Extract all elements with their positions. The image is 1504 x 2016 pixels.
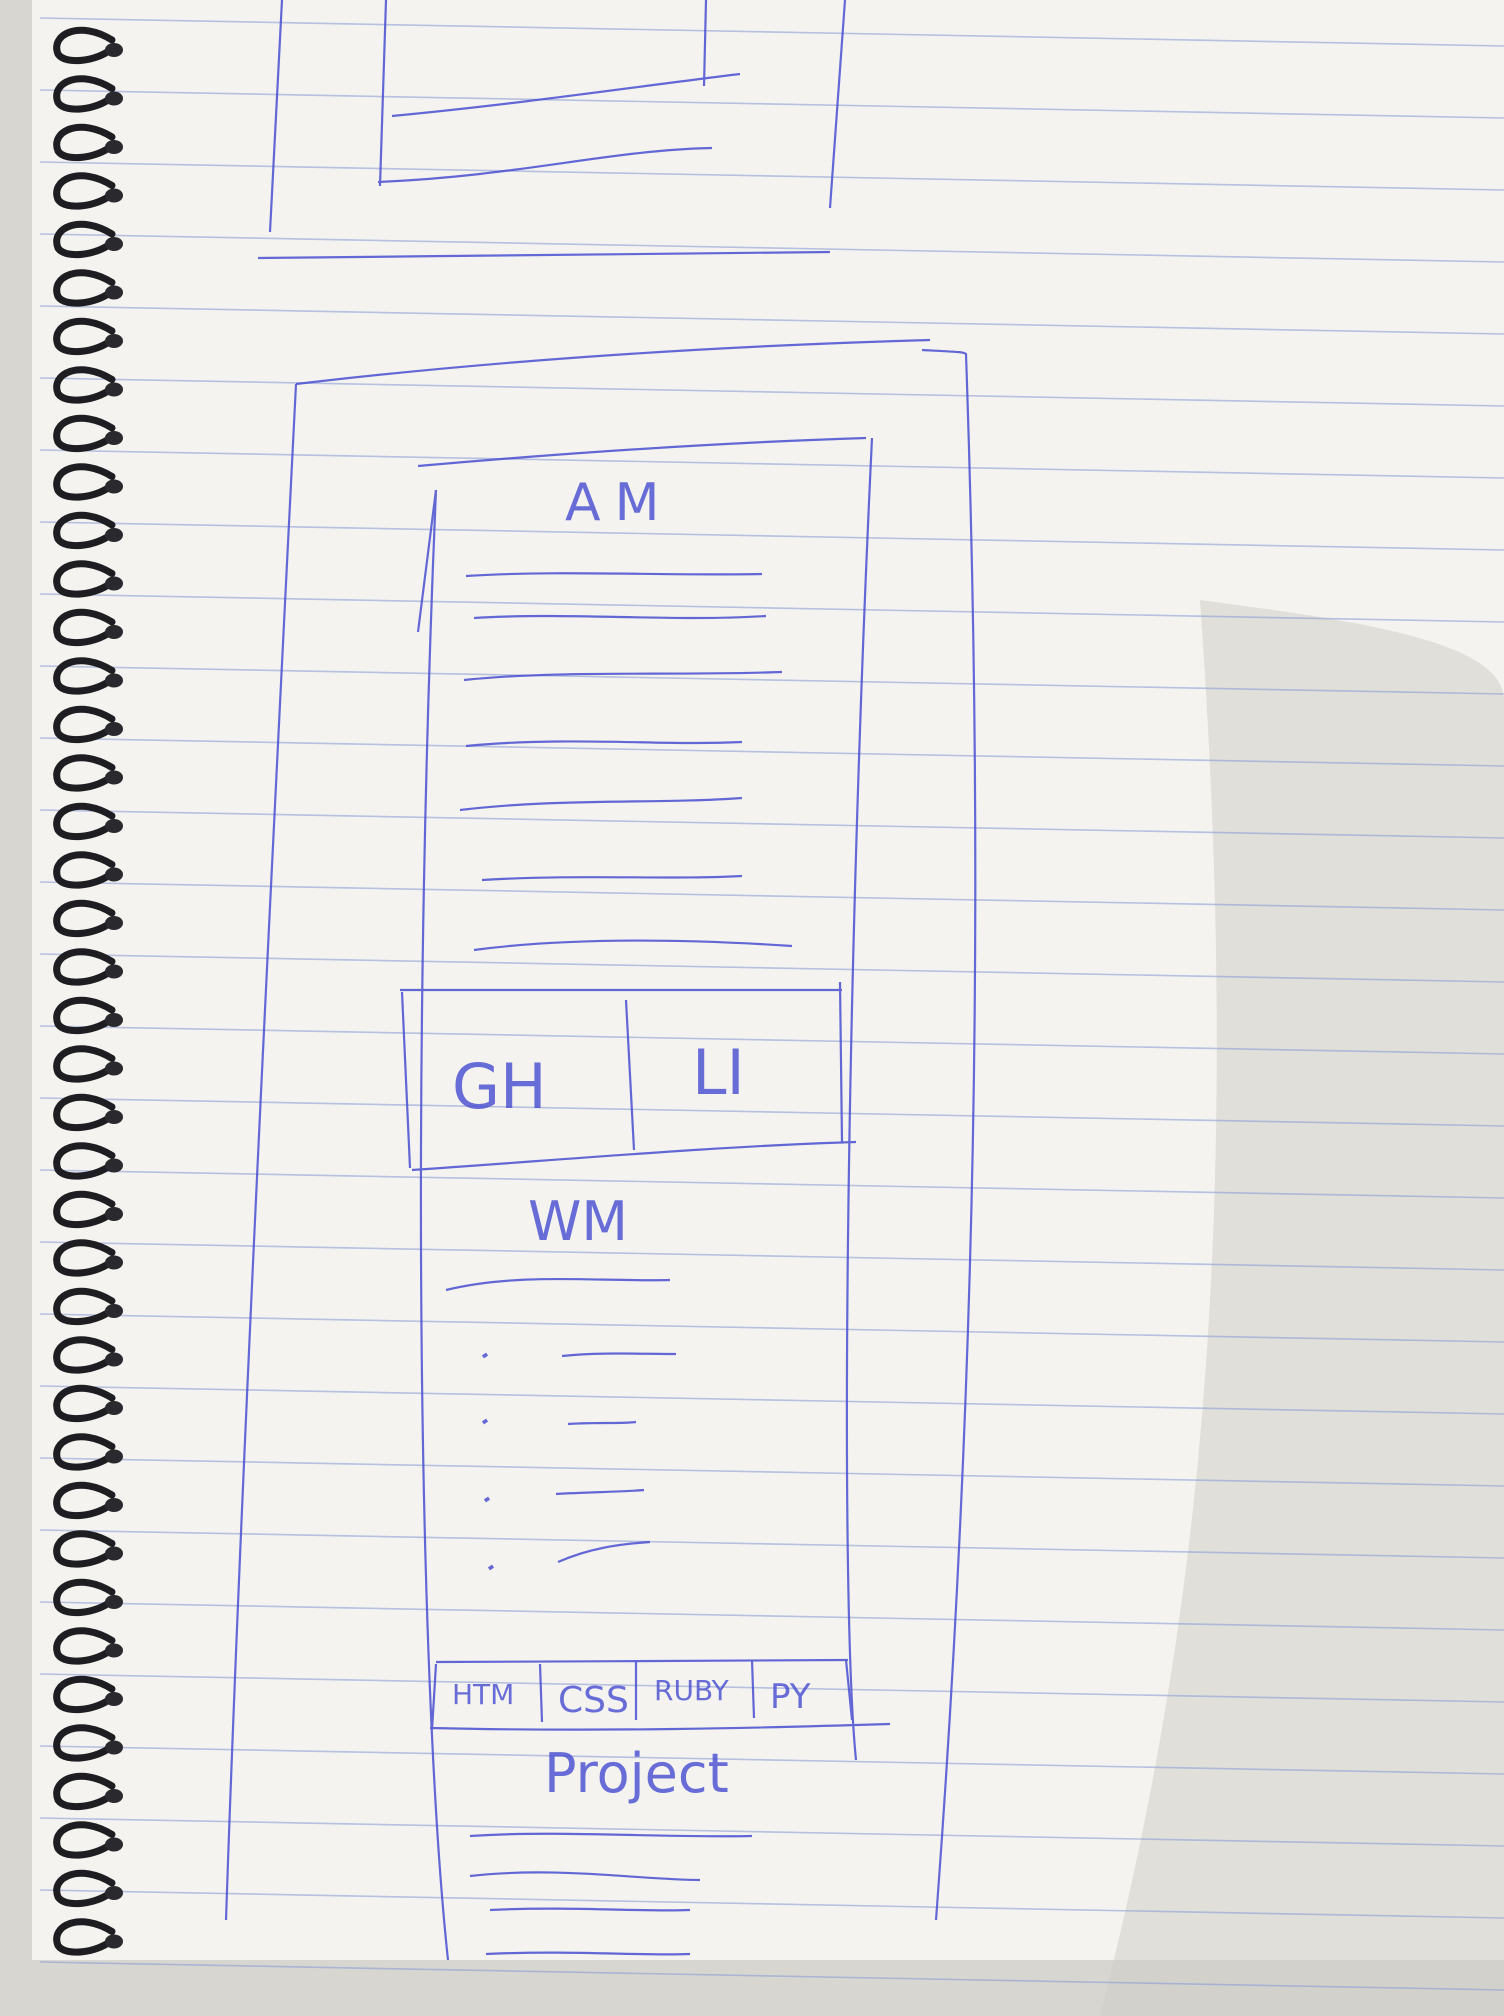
punch-hole xyxy=(105,140,123,154)
punch-hole xyxy=(105,916,123,930)
punch-hole xyxy=(105,188,123,203)
split-right-text: LI xyxy=(692,1036,745,1109)
bullet-3 xyxy=(483,1496,491,1503)
bullet-2 xyxy=(481,1418,489,1425)
punch-hole xyxy=(105,382,123,397)
notebook-scene: AM GH LI WM HTM CSS RUBY PY Project xyxy=(0,0,1504,2016)
punch-hole xyxy=(105,1207,123,1221)
punch-hole xyxy=(105,576,123,591)
punch-hole xyxy=(105,43,123,57)
bullet-4 xyxy=(487,1564,495,1571)
project-heading: Project xyxy=(544,1742,729,1805)
punch-hole xyxy=(105,1740,123,1755)
header-text: AM xyxy=(565,473,673,533)
punch-hole xyxy=(105,1692,123,1706)
punch-hole xyxy=(105,770,123,785)
punch-hole xyxy=(105,1158,123,1173)
punch-hole xyxy=(105,479,123,494)
punch-hole xyxy=(105,625,123,639)
punch-hole xyxy=(105,1401,123,1415)
bullet-1 xyxy=(481,1352,489,1359)
punch-hole xyxy=(105,1837,123,1852)
punch-hole xyxy=(105,964,123,979)
tab-ruby: RUBY xyxy=(654,1674,730,1707)
punch-hole xyxy=(105,334,123,348)
punch-hole xyxy=(105,285,123,300)
punch-hole xyxy=(105,1110,123,1124)
punch-hole xyxy=(105,1061,123,1076)
tab-css: CSS xyxy=(558,1680,629,1721)
punch-hole xyxy=(105,528,123,542)
tab-py: PY xyxy=(770,1677,811,1717)
punch-hole xyxy=(105,1449,123,1464)
punch-hole xyxy=(105,1934,123,1949)
middle-heading: WM xyxy=(528,1190,628,1253)
punch-hole xyxy=(105,722,123,736)
punch-hole xyxy=(105,237,123,251)
punch-hole xyxy=(105,431,123,445)
punch-hole xyxy=(105,1304,123,1318)
punch-hole xyxy=(105,1789,123,1803)
punch-hole xyxy=(105,1546,123,1561)
punch-hole xyxy=(105,91,123,106)
tab-htm: HTM xyxy=(452,1678,514,1711)
split-left-text: GH xyxy=(452,1050,547,1123)
punch-hole xyxy=(105,1595,123,1609)
punch-hole xyxy=(105,867,123,882)
punch-hole xyxy=(105,1013,123,1027)
punch-hole xyxy=(105,1352,123,1367)
punch-hole xyxy=(105,1255,123,1270)
punch-hole xyxy=(105,1643,123,1658)
punch-hole xyxy=(105,1498,123,1512)
punch-hole xyxy=(105,1886,123,1900)
punch-hole xyxy=(105,819,123,833)
punch-hole xyxy=(105,673,123,688)
